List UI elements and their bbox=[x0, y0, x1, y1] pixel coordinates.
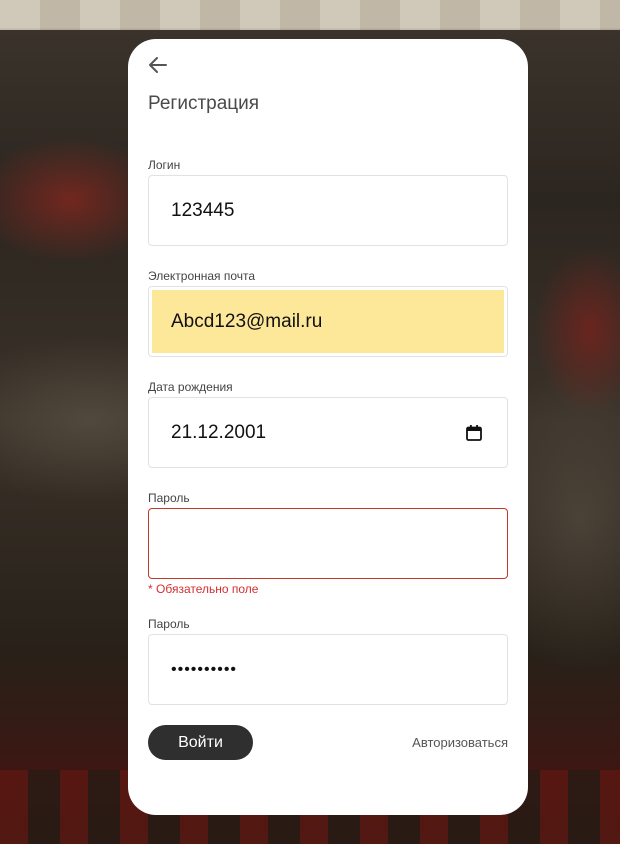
birthdate-label: Дата рождения bbox=[148, 380, 233, 394]
page-title: Регистрация bbox=[148, 93, 260, 114]
background-top-strip bbox=[0, 0, 620, 30]
authorize-link[interactable]: Авторизоваться bbox=[412, 735, 508, 750]
calendar-icon[interactable] bbox=[465, 424, 483, 442]
password-field[interactable] bbox=[148, 508, 508, 579]
email-field[interactable]: Abcd123@mail.ru bbox=[148, 286, 508, 357]
email-label: Электронная почта bbox=[148, 269, 256, 283]
birthdate-value: 21.12.2001 bbox=[171, 422, 267, 443]
registration-card: Регистрация Логин 123445 Электронная поч… bbox=[128, 39, 528, 815]
arrow-left-icon[interactable] bbox=[146, 53, 170, 77]
login-field[interactable]: 123445 bbox=[148, 175, 508, 246]
password-confirm-field[interactable]: •••••••••• bbox=[148, 634, 508, 705]
password-error-message: * Обязательно поле bbox=[148, 582, 259, 596]
password-confirm-value: •••••••••• bbox=[171, 661, 238, 678]
login-value: 123445 bbox=[171, 200, 235, 221]
login-label: Логин bbox=[148, 158, 181, 172]
birthdate-field[interactable]: 21.12.2001 bbox=[148, 397, 508, 468]
password-confirm-label: Пароль bbox=[148, 617, 190, 631]
password-label: Пароль bbox=[148, 491, 190, 505]
email-value: Abcd123@mail.ru bbox=[171, 311, 323, 332]
login-button[interactable]: Войти bbox=[148, 725, 253, 760]
